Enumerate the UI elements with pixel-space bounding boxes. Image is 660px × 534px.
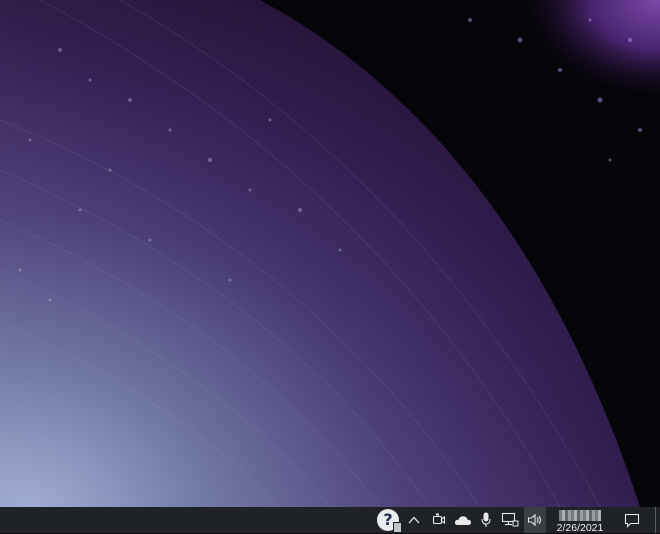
help-app-icon: ? bbox=[377, 509, 402, 533]
network-tray-button[interactable] bbox=[498, 507, 522, 533]
show-desktop-button[interactable] bbox=[655, 507, 660, 533]
speaker-volume-icon bbox=[527, 513, 541, 527]
network-icon bbox=[501, 512, 519, 527]
taskbar-clock[interactable]: 2/26/2021 bbox=[551, 507, 609, 534]
camera-icon bbox=[432, 513, 446, 525]
microphone-tray-button[interactable] bbox=[476, 507, 496, 533]
taskbar: ? 2/26/2021 bbox=[0, 507, 660, 534]
action-center-icon bbox=[624, 513, 640, 528]
volume-tray-button[interactable] bbox=[524, 507, 546, 533]
action-center-button[interactable] bbox=[619, 507, 645, 533]
show-hidden-icons-button[interactable] bbox=[404, 507, 424, 533]
chevron-up-icon bbox=[408, 516, 420, 524]
clock-time-redacted bbox=[559, 510, 601, 521]
camera-tray-button[interactable] bbox=[428, 507, 450, 533]
clock-date: 2/26/2021 bbox=[556, 522, 604, 534]
help-icon-glyph: ? bbox=[383, 510, 393, 529]
onedrive-cloud-icon bbox=[454, 516, 471, 525]
wallpaper-image bbox=[0, 0, 660, 507]
desktop-wallpaper bbox=[0, 0, 660, 507]
microphone-icon bbox=[481, 512, 491, 527]
onedrive-tray-button[interactable] bbox=[452, 507, 474, 533]
help-app-tray-button[interactable]: ? bbox=[376, 507, 402, 533]
